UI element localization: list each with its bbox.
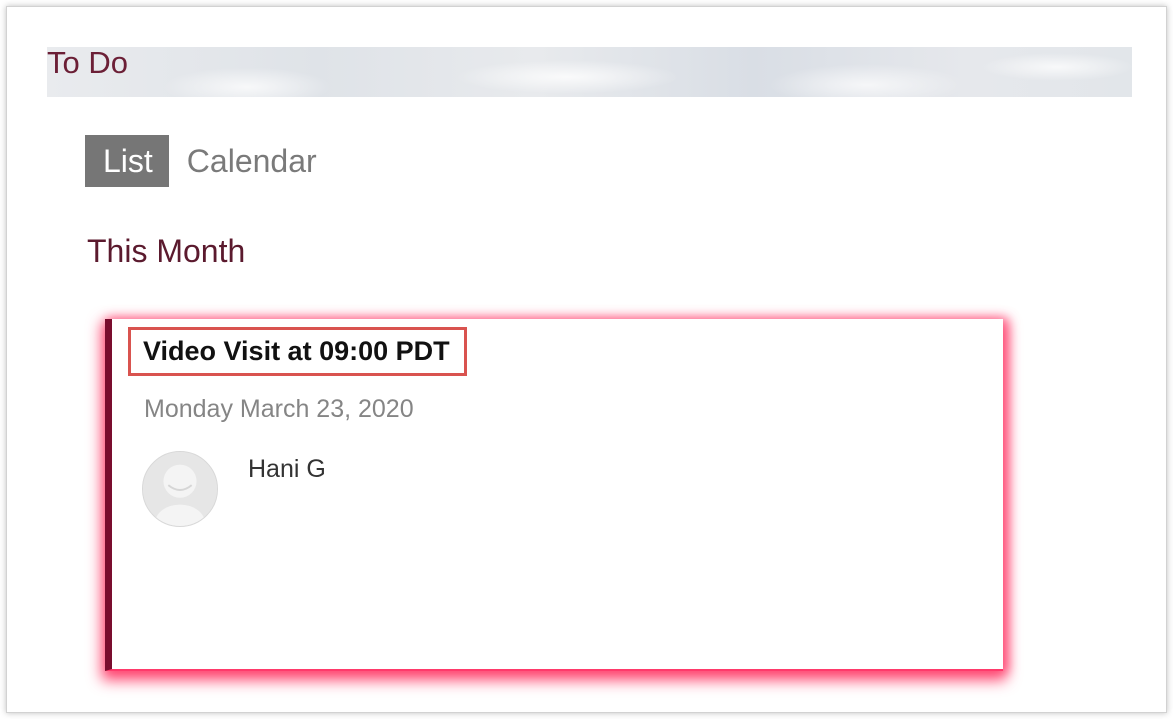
appointment-card[interactable]: Video Visit at 09:00 PDT Monday March 23… (105, 319, 1003, 671)
tab-list[interactable]: List (85, 135, 169, 187)
page-header-banner: To Do (47, 47, 1132, 97)
section-title-this-month: This Month (87, 233, 246, 269)
appointment-date: Monday March 23, 2020 (144, 395, 414, 423)
tab-calendar[interactable]: Calendar (169, 135, 333, 187)
view-tabs: List Calendar (85, 135, 333, 187)
participant-name: Hani G (248, 455, 326, 483)
page-title: To Do (47, 45, 128, 80)
user-avatar-icon (142, 451, 218, 527)
appointment-title[interactable]: Video Visit at 09:00 PDT (128, 327, 467, 376)
app-window: To Do List Calendar This Month Video Vis… (6, 6, 1167, 713)
